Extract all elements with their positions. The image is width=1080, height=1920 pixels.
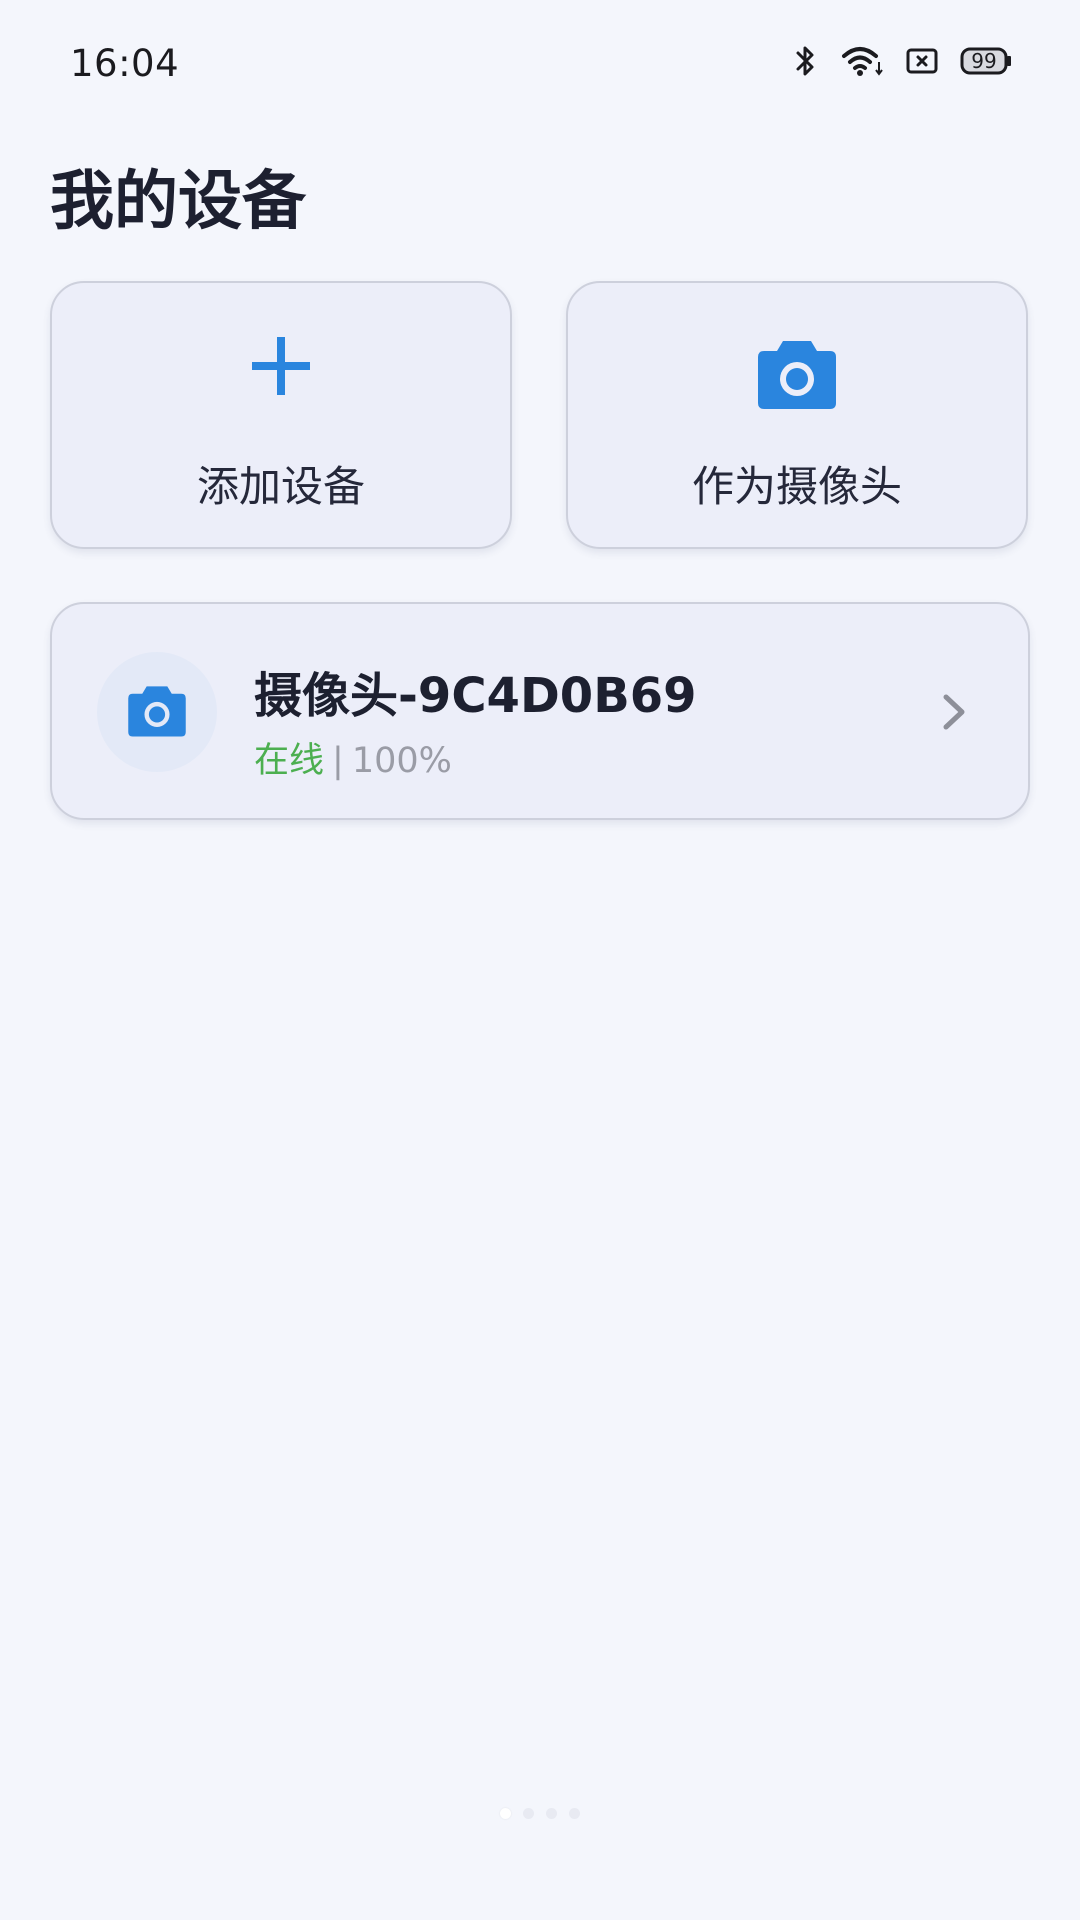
device-battery: 100% — [351, 741, 452, 781]
my-devices-screen: 16:04 99 我的设备 添加设备 作为摄像头 摄像头-9C4D0B69 在线… — [0, 0, 1080, 1920]
device-list-item[interactable]: 摄像头-9C4D0B69 在线 | 100% — [50, 602, 1030, 820]
wifi-icon — [840, 44, 884, 78]
battery-level: 99 — [971, 49, 997, 73]
page-dot — [523, 1808, 534, 1819]
bluetooth-icon — [794, 44, 818, 78]
device-name: 摄像头-9C4D0B69 — [254, 668, 697, 724]
page-dot — [569, 1808, 580, 1819]
use-as-camera-label: 作为摄像头 — [691, 462, 902, 511]
camera-icon — [126, 682, 188, 742]
add-device-label: 添加设备 — [196, 462, 365, 511]
status-separator: | — [332, 741, 344, 781]
chevron-right-icon — [940, 692, 968, 736]
battery-icon: 99 — [960, 46, 1012, 76]
page-indicator — [0, 1808, 1080, 1819]
device-avatar — [97, 652, 217, 772]
device-status: 在线 | 100% — [254, 732, 452, 783]
status-bar: 16:04 99 — [0, 0, 1080, 130]
page-dot — [546, 1808, 557, 1819]
status-icons: 99 — [794, 44, 1012, 78]
device-online-status: 在线 — [254, 741, 325, 781]
plus-icon — [250, 335, 312, 401]
page-dot-active — [500, 1808, 511, 1819]
add-device-button[interactable]: 添加设备 — [50, 281, 512, 549]
status-time: 16:04 — [70, 42, 180, 85]
use-as-camera-button[interactable]: 作为摄像头 — [566, 281, 1028, 549]
camera-icon — [756, 335, 838, 415]
sim-disabled-icon — [906, 47, 938, 75]
page-title: 我的设备 — [50, 165, 306, 239]
